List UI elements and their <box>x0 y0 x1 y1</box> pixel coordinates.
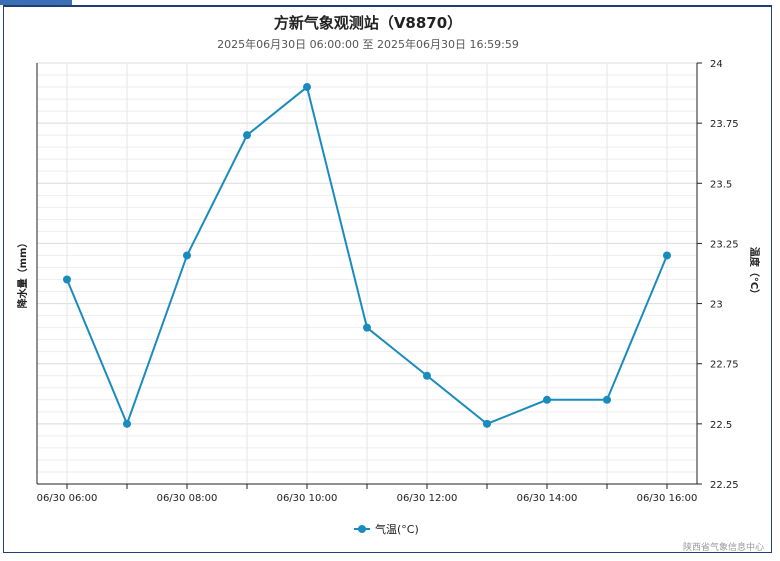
y-tick-label: 23.75 <box>710 119 739 130</box>
data-point <box>663 251 671 260</box>
chart-title: 方新气象观测站（V8870） <box>274 14 462 32</box>
temperature-chart: 方新气象观测站（V8870） 2025年06月30日 06:00:00 至 20… <box>16 14 764 553</box>
data-point <box>483 419 491 428</box>
y-axis-label-right: 温度（°C） <box>748 247 761 299</box>
data-point <box>603 395 611 404</box>
x-axis-ticks: 06/30 06:00 06/30 08:00 06/30 10:00 06/30 1… <box>37 484 698 504</box>
x-tick-label: 06/30 08:00 <box>157 493 218 504</box>
data-point <box>63 275 71 284</box>
data-point <box>423 371 431 380</box>
x-tick-label: 06/30 10:00 <box>277 493 338 504</box>
legend[interactable]: 气温(°C) <box>354 522 419 536</box>
x-tick-label: 06/30 06:00 <box>37 493 98 504</box>
x-tick-label: 06/30 14:00 <box>517 493 578 504</box>
legend-marker-icon <box>358 525 366 533</box>
x-tick-label: 06/30 16:00 <box>637 493 698 504</box>
y-tick-label: 23.25 <box>710 239 739 250</box>
y-axis-label-left: 降水量（mm） <box>16 238 29 309</box>
chart-subtitle: 2025年06月30日 06:00:00 至 2025年06月30日 16:59… <box>217 37 519 51</box>
data-point <box>303 83 311 92</box>
data-point <box>243 131 251 140</box>
grid-lines <box>37 62 697 485</box>
y-tick-label: 24 <box>710 59 723 70</box>
y-tick-label: 22.75 <box>710 360 739 371</box>
y-tick-label: 23.5 <box>710 179 732 190</box>
y-tick-label: 23 <box>710 300 723 311</box>
data-point <box>183 251 191 260</box>
data-point <box>543 395 551 404</box>
legend-label: 气温(°C) <box>375 522 419 536</box>
data-point <box>123 419 131 428</box>
y-tick-label: 22.5 <box>710 420 732 431</box>
x-tick-label: 06/30 12:00 <box>397 493 458 504</box>
credit-text: 陕西省气象信息中心 <box>683 541 764 553</box>
data-point <box>363 323 371 332</box>
y-tick-label: 22.25 <box>710 480 739 491</box>
y-axis-ticks: 24 23.75 23.5 23.25 23 22.75 22.5 22.25 <box>697 59 739 491</box>
